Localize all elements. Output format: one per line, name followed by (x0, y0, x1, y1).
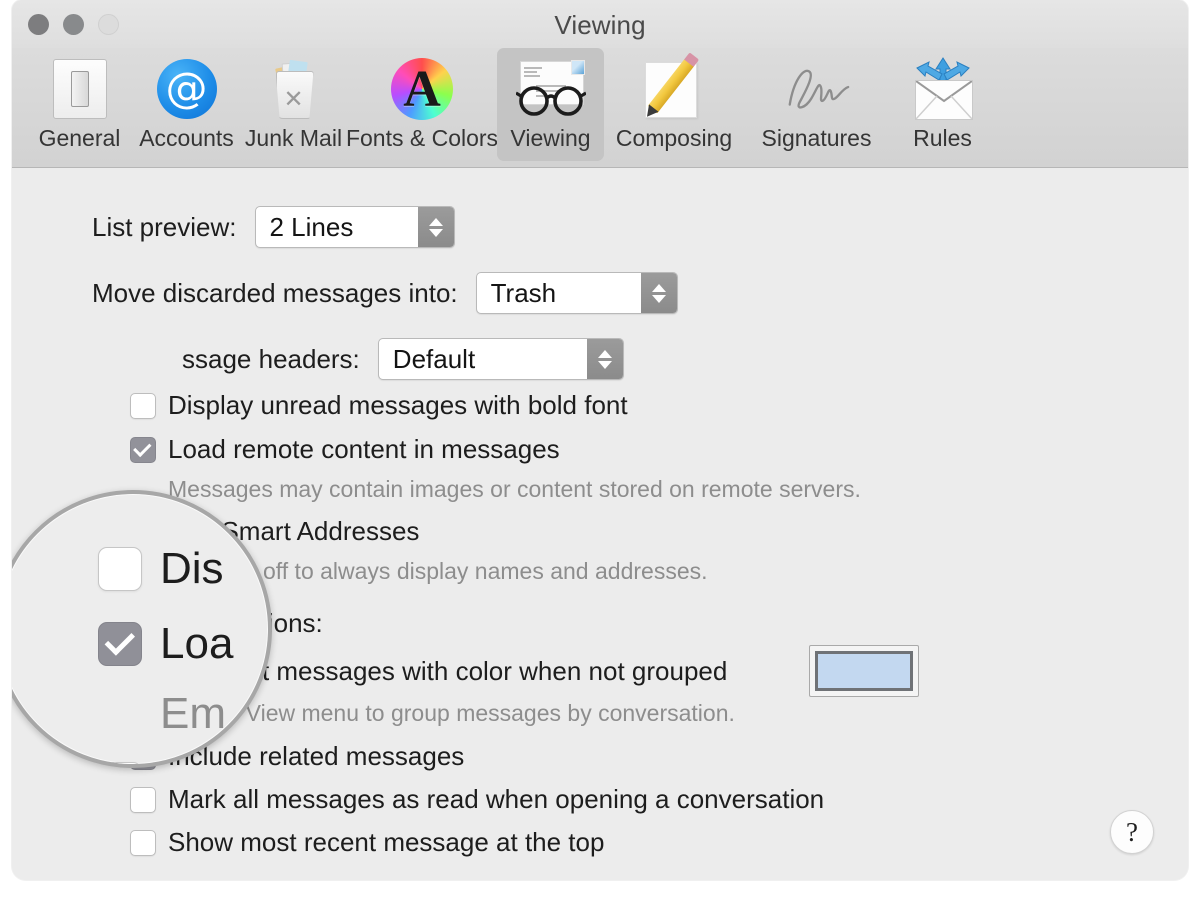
envelope-arrows-icon (906, 52, 980, 126)
window-titlebar: Viewing (12, 0, 1188, 48)
loupe-text-load: Loa (160, 619, 234, 668)
toolbar-item-signatures[interactable]: Signatures (744, 48, 889, 161)
glasses-icon (514, 52, 588, 126)
preferences-toolbar: General @ Accounts ✕ Junk Mail A Fonts & (12, 48, 1188, 168)
toolbar-item-fonts-colors[interactable]: A Fonts & Colors (345, 48, 499, 161)
list-preview-label: List preview: (92, 211, 237, 242)
move-discarded-row: Move discarded messages into: Trash (92, 272, 678, 314)
move-discarded-popup[interactable]: Trash (475, 272, 678, 314)
viewing-preferences-pane: List preview: 2 Lines Move discarded mes… (12, 168, 1188, 880)
message-headers-label: ssage headers: (182, 343, 360, 374)
checkbox-row-bold-unread[interactable]: Display unread messages with bold font (130, 390, 628, 421)
loupe-checkbox-checked[interactable] (98, 622, 142, 666)
list-preview-popup[interactable]: 2 Lines (254, 206, 455, 248)
trash-can-icon: ✕ (257, 52, 331, 126)
toolbar-label-rules: Rules (913, 125, 972, 151)
toolbar-label-fonts-colors: Fonts & Colors (345, 125, 499, 151)
conversation-color-well[interactable] (809, 645, 919, 697)
loupe-checkbox-partial[interactable] (98, 762, 142, 764)
toolbar-item-junk-mail[interactable]: ✕ Junk Mail (240, 48, 347, 161)
glasses-svg (515, 86, 586, 116)
envelope-svg (915, 81, 972, 119)
checkbox-label-bold-unread: Display unread messages with bold font (168, 390, 628, 420)
window-title: Viewing (554, 10, 646, 40)
message-headers-popup[interactable]: Default (377, 338, 624, 380)
toolbar-item-composing[interactable]: Composing (604, 48, 744, 161)
loupe-line-email: Em (160, 689, 226, 739)
message-headers-row: ssage headers: Default (182, 338, 624, 380)
color-wheel-a-icon: A (385, 52, 459, 126)
loupe-checkbox-unchecked[interactable] (98, 547, 142, 591)
move-discarded-value: Trash (490, 277, 557, 308)
loupe-text-display: Dis (160, 544, 224, 593)
toolbar-item-general[interactable]: General (26, 48, 133, 161)
preferences-window: Viewing General @ Accounts ✕ Junk Mail A… (12, 0, 1188, 880)
checkbox-load-remote[interactable] (130, 436, 156, 463)
checkbox-mark-all-read[interactable] (130, 786, 156, 813)
switch-icon (43, 52, 117, 126)
toolbar-label-composing: Composing (615, 125, 733, 151)
color-swatch (815, 651, 913, 691)
stepper-icon[interactable] (417, 207, 454, 247)
checkbox-row-most-recent-top[interactable]: Show most recent message at the top (130, 827, 604, 858)
signature-icon (780, 52, 854, 126)
checkbox-label-most-recent-top: Show most recent message at the top (168, 827, 605, 857)
checkbox-label-include-related: Include related messages (168, 741, 465, 771)
hint-load-remote: Messages may contain images or content s… (168, 476, 861, 502)
stepper-icon[interactable] (586, 339, 623, 379)
toolbar-label-signatures: Signatures (761, 125, 872, 151)
loupe-line-display: Dis (98, 544, 224, 594)
loupe-text-email: Em (160, 689, 226, 738)
stepper-icon[interactable] (640, 273, 677, 313)
checkbox-bold-unread[interactable] (130, 392, 156, 419)
checkbox-row-mark-all-read[interactable]: Mark all messages as read when opening a… (130, 784, 824, 815)
toolbar-label-viewing: Viewing (510, 125, 591, 151)
toolbar-label-junk-mail: Junk Mail (244, 125, 343, 151)
loupe-line-partial (98, 762, 142, 764)
list-preview-value: 2 Lines (269, 211, 354, 242)
help-button[interactable]: ? (1110, 810, 1154, 854)
at-sign-icon: @ (150, 52, 224, 126)
checkbox-label-load-remote: Load remote content in messages (168, 434, 560, 464)
toolbar-label-general: General (38, 125, 121, 151)
move-discarded-label: Move discarded messages into: (92, 277, 458, 308)
checkbox-most-recent-top[interactable] (130, 829, 156, 856)
message-headers-value: Default (392, 343, 476, 374)
toolbar-item-accounts[interactable]: @ Accounts (133, 48, 240, 161)
pencil-paper-icon (637, 52, 711, 126)
list-preview-row: List preview: 2 Lines (92, 206, 455, 248)
checkbox-label-mark-all-read: Mark all messages as read when opening a… (168, 784, 825, 814)
loupe-line-load: Loa (98, 619, 233, 669)
toolbar-label-accounts: Accounts (139, 125, 234, 151)
toolbar-item-rules[interactable]: Rules (889, 48, 996, 161)
toolbar-item-viewing[interactable]: Viewing (497, 48, 604, 161)
checkbox-row-load-remote[interactable]: Load remote content in messages (130, 434, 560, 465)
